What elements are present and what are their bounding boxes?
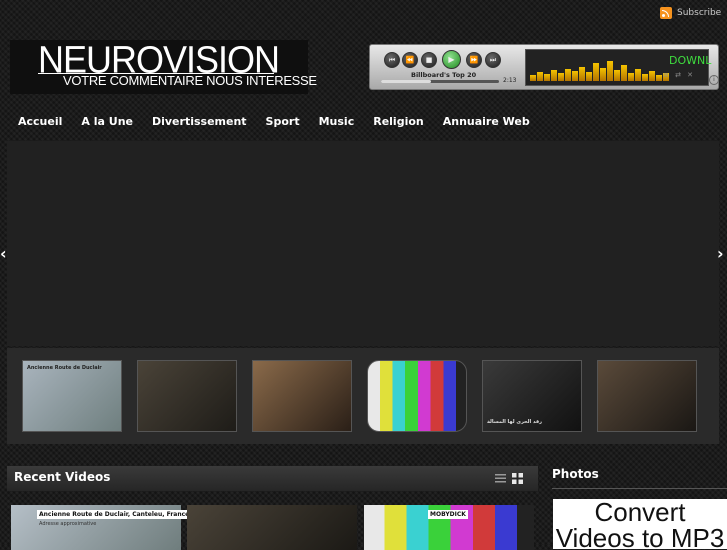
screen-text: DOWNL bbox=[669, 54, 712, 67]
nav-item-a-la-une[interactable]: A la Une bbox=[81, 115, 133, 129]
slider-thumb-interview-room[interactable] bbox=[597, 360, 697, 432]
video-mobydick-video[interactable]: MOBYDICK bbox=[364, 505, 534, 550]
skip-forward-button[interactable]: ⏭ bbox=[485, 52, 501, 68]
stop-button[interactable]: ■ bbox=[421, 52, 437, 68]
equalizer-bar bbox=[656, 75, 662, 81]
track-title: Billboard's Top 20 bbox=[411, 71, 477, 79]
chevron-left-icon[interactable]: ‹ bbox=[0, 244, 7, 263]
video-road-map-video[interactable]: Ancienne Route de Duclair, Canteleu, Fra… bbox=[11, 505, 192, 550]
slider-thumb-road-map[interactable]: Ancienne Route de Duclair bbox=[22, 360, 122, 432]
video-caption: Ancienne Route de Duclair, Canteleu, Fra… bbox=[37, 510, 192, 519]
thumb-caption: Ancienne Route de Duclair bbox=[27, 365, 102, 371]
nav-item-music[interactable]: Music bbox=[319, 115, 355, 129]
video-church-video[interactable] bbox=[187, 505, 357, 550]
thumb-caption: رقد الحرى لها المسالة bbox=[487, 419, 543, 425]
slider-thumb-test-pattern[interactable] bbox=[367, 360, 467, 432]
track-time: 2:13 bbox=[503, 77, 517, 84]
equalizer-bar bbox=[607, 61, 613, 81]
grid-view-icon[interactable] bbox=[512, 473, 523, 484]
skip-back-button[interactable]: ⏮ bbox=[384, 52, 400, 68]
play-button[interactable]: ▶ bbox=[442, 50, 461, 69]
equalizer-bar bbox=[558, 73, 564, 81]
video-subcaption: Adresse approximative bbox=[39, 521, 97, 527]
equalizer-bar bbox=[628, 73, 634, 81]
equalizer-bar bbox=[642, 74, 648, 81]
equalizer-bar bbox=[635, 69, 641, 81]
main-nav: Accueil A la Une Divertissement Sport Mu… bbox=[18, 115, 549, 129]
equalizer-bar bbox=[537, 72, 543, 81]
photos-divider bbox=[552, 488, 727, 489]
music-player: ⏮ ⏪ ■ ▶ ⏩ ⏭ Billboard's Top 20 2:13 DOWN… bbox=[369, 44, 719, 90]
equalizer-bar bbox=[572, 71, 578, 81]
video-caption: MOBYDICK bbox=[428, 510, 468, 519]
subscribe-link[interactable]: Subscribe bbox=[660, 6, 721, 20]
fast-forward-button[interactable]: ⏩ bbox=[466, 52, 482, 68]
slider-thumb-church-choir[interactable] bbox=[137, 360, 237, 432]
slider-thumb-dark-stage[interactable]: رقد الحرى لها المسالة bbox=[482, 360, 582, 432]
rewind-button[interactable]: ⏪ bbox=[402, 52, 418, 68]
equalizer-bar bbox=[586, 72, 592, 81]
info-icon[interactable]: i bbox=[709, 75, 719, 85]
equalizer-bar bbox=[544, 74, 550, 81]
subscribe-label: Subscribe bbox=[677, 8, 722, 18]
equalizer-bar bbox=[614, 70, 620, 81]
nav-item-sport[interactable]: Sport bbox=[266, 115, 300, 129]
equalizer-bar bbox=[649, 71, 655, 81]
equalizer-bar bbox=[621, 65, 627, 81]
nav-item-accueil[interactable]: Accueil bbox=[18, 115, 62, 129]
recent-videos-title: Recent Videos bbox=[14, 470, 111, 484]
nav-item-religion[interactable]: Religion bbox=[373, 115, 424, 129]
nav-item-divertissement[interactable]: Divertissement bbox=[152, 115, 247, 129]
logo-tagline: VOTRE COMMENTAIRE NOUS INTERESSE bbox=[63, 73, 317, 88]
list-view-icon[interactable] bbox=[495, 474, 506, 483]
equalizer-bar bbox=[579, 67, 585, 81]
chevron-right-icon[interactable]: › bbox=[717, 244, 724, 263]
equalizer-bar bbox=[565, 69, 571, 81]
photos-title: Photos bbox=[552, 467, 599, 481]
progress-fill bbox=[381, 80, 431, 83]
nav-item-annuaire-web[interactable]: Annuaire Web bbox=[443, 115, 530, 129]
equalizer-bar bbox=[530, 75, 536, 81]
slider-thumb-tv-hosts[interactable] bbox=[252, 360, 352, 432]
convert-ad-banner[interactable]: Convert Videos to MP3 bbox=[553, 499, 727, 549]
featured-slider[interactable] bbox=[7, 141, 719, 346]
equalizer-bar bbox=[593, 63, 599, 81]
player-options-icons[interactable]: ≡ ⇄ ✕ bbox=[663, 71, 695, 79]
equalizer-bar bbox=[600, 68, 606, 81]
rss-icon bbox=[660, 7, 672, 19]
equalizer-bar bbox=[551, 70, 557, 81]
